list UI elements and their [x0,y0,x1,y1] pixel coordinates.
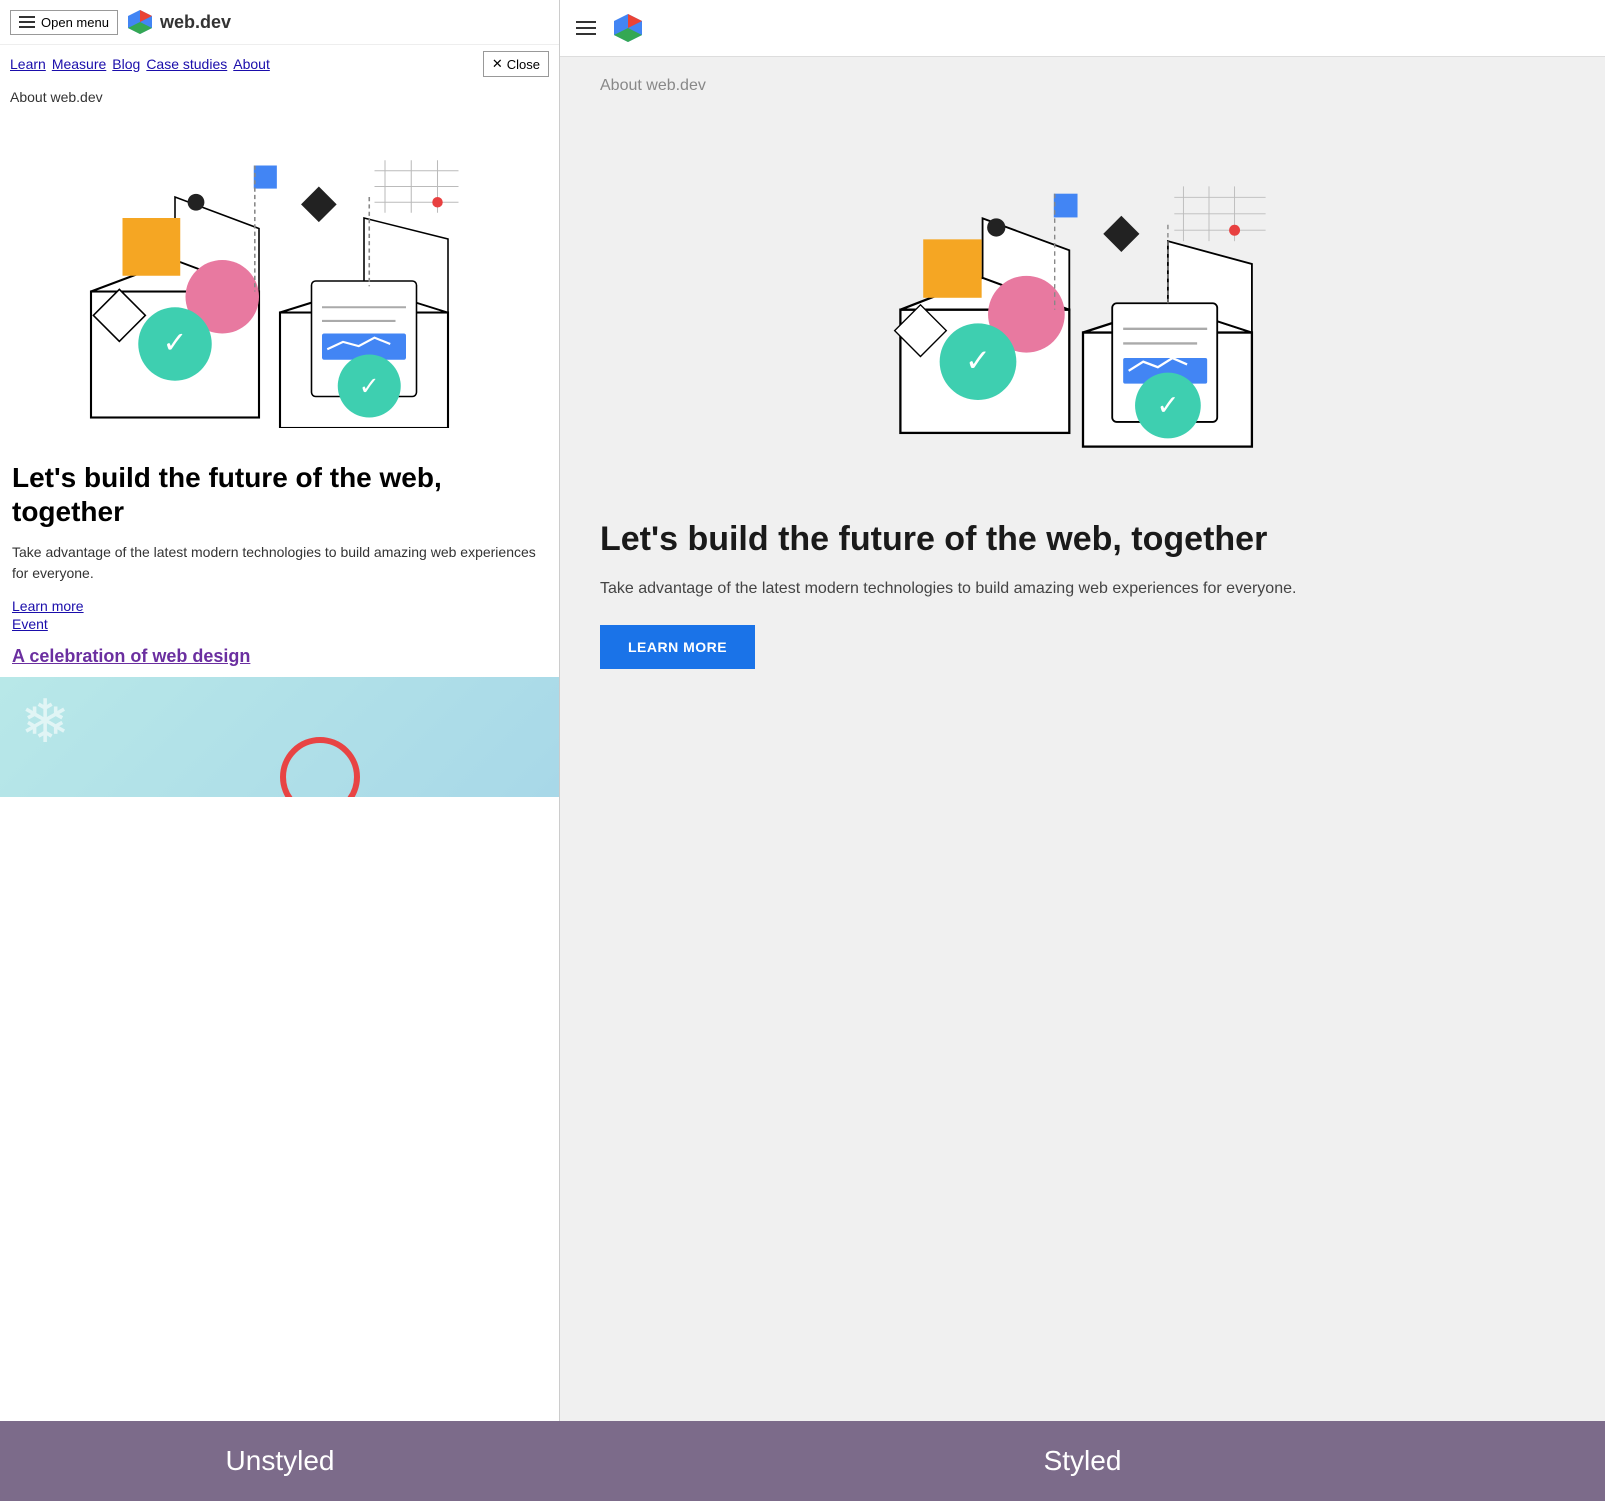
right-about-label: About web.dev [600,77,1565,95]
svg-text:✓: ✓ [1156,390,1179,421]
left-description: Take advantage of the latest modern tech… [12,542,547,584]
right-nav-bar [560,0,1605,57]
bottom-labels: Unstyled Styled [0,1421,1605,1501]
left-nav-bar: Open menu web.dev [0,0,559,45]
styled-panel: About web.dev ✓ [560,0,1605,1421]
site-name: web.dev [160,12,231,33]
unstyled-panel: Open menu web.dev Learn Measure Blog Cas… [0,0,560,1421]
left-nav-links: Learn Measure Blog Case studies About ✕ … [0,45,559,83]
open-menu-button[interactable]: Open menu [10,10,118,35]
open-menu-label: Open menu [41,15,109,30]
unstyled-label-container: Unstyled [0,1421,560,1501]
nav-link-measure[interactable]: Measure [52,56,106,72]
right-webdev-logo-icon [612,12,644,44]
left-illustration: ✓ ✓ [0,111,559,451]
left-links: Learn more Event [12,598,547,632]
left-about-label: About web.dev [0,83,559,111]
event-link[interactable]: Event [12,616,547,632]
svg-text:✓: ✓ [162,326,187,359]
right-body: About web.dev ✓ [560,57,1605,1421]
webdev-logo-icon [126,8,154,36]
right-description: Take advantage of the latest modern tech… [600,576,1565,602]
circle-preview [280,737,360,797]
nav-link-learn[interactable]: Learn [10,56,46,72]
hamburger-icon [19,16,35,28]
close-icon: ✕ [492,56,503,72]
left-illustration-svg: ✓ ✓ [70,134,490,428]
nav-link-blog[interactable]: Blog [112,56,140,72]
nav-link-case-studies[interactable]: Case studies [146,56,227,72]
left-logo: web.dev [126,8,231,36]
snowflake-icon: ❄ [20,687,70,757]
close-button[interactable]: ✕ Close [483,51,549,77]
learn-more-link[interactable]: Learn more [12,598,547,614]
right-illustration: ✓ ✓ [600,115,1565,495]
svg-text:✓: ✓ [358,372,379,400]
styled-label-container: Styled [560,1421,1605,1501]
left-heading: Let's build the future of the web, toget… [12,461,547,528]
right-heading: Let's build the future of the web, toget… [600,519,1565,560]
celebration-link[interactable]: A celebration of web design [12,646,250,666]
styled-label: Styled [1044,1445,1122,1477]
close-label: Close [507,57,540,72]
right-hamburger-icon[interactable] [576,21,596,35]
left-bottom-preview: ❄ [0,677,559,797]
right-illustration-svg: ✓ ✓ [873,159,1293,451]
learn-more-button[interactable]: LEARN MORE [600,625,755,669]
nav-link-about[interactable]: About [233,56,270,72]
svg-text:✓: ✓ [964,343,990,378]
left-body: Let's build the future of the web, toget… [0,451,559,677]
unstyled-label: Unstyled [226,1445,335,1477]
